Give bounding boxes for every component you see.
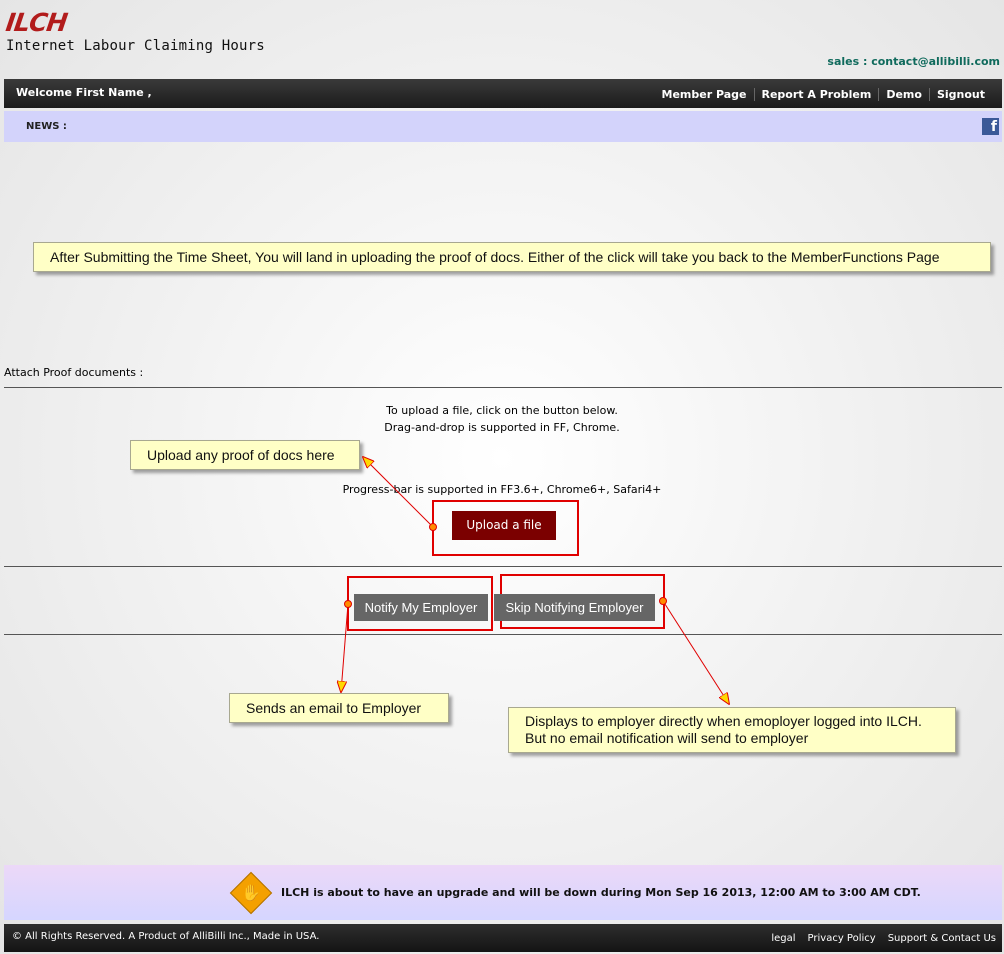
arrow-notify (341, 600, 352, 693)
notice-text: ILCH is about to have an upgrade and wil… (281, 886, 921, 899)
annotation-arrows (0, 0, 1004, 954)
footer-links: legal Privacy Policy Support & Contact U… (771, 933, 996, 944)
footer-bar: © All Rights Reserved. A Product of Alli… (4, 924, 1002, 952)
hand-icon: ✋ (241, 883, 261, 902)
arrow-skip (659, 597, 730, 705)
arrow-upload (363, 457, 437, 531)
copyright-text: © All Rights Reserved. A Product of Alli… (12, 931, 320, 942)
footer-link-support[interactable]: Support & Contact Us (888, 933, 996, 944)
footer-link-legal[interactable]: legal (771, 933, 795, 944)
footer-link-privacy[interactable]: Privacy Policy (808, 933, 876, 944)
